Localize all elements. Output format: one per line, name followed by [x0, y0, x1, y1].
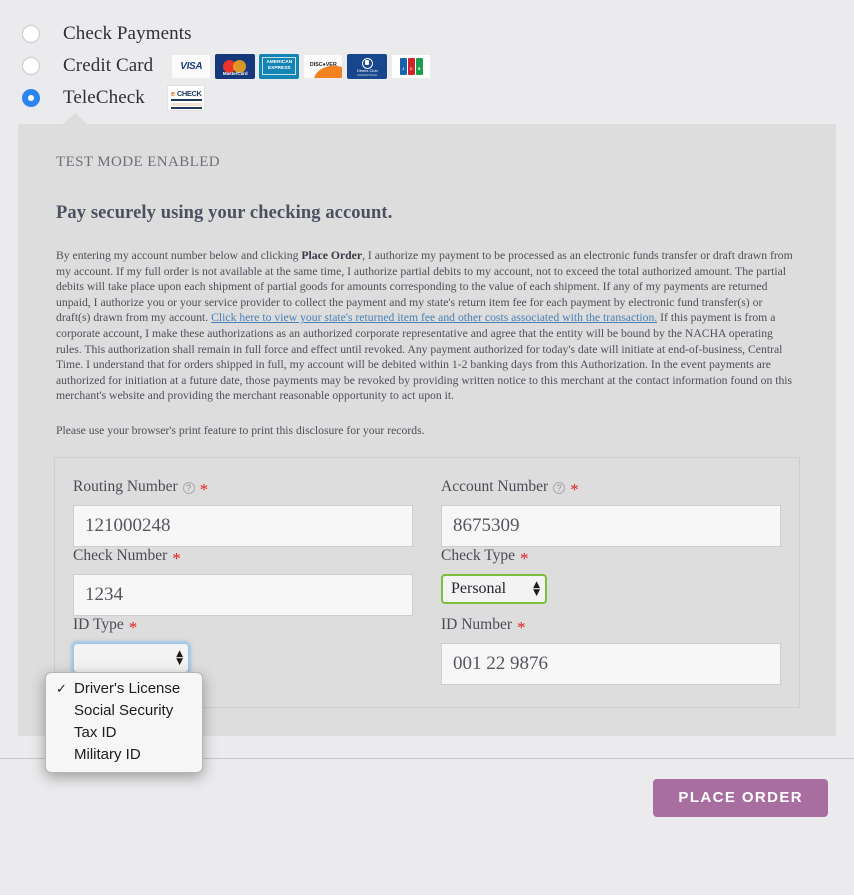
check-type-label-row: Check Type *: [441, 546, 781, 568]
id-type-option-drivers-license[interactable]: ✓ Driver's License: [46, 678, 202, 700]
mastercard-logo-text: MasterCard: [222, 70, 248, 76]
check-type-label: Check Type: [441, 546, 515, 564]
accepted-card-logos: VISA MasterCard AMERICAN EXPRESS DISC●VE…: [171, 53, 432, 79]
id-type-stepper-arrows-icon: ▲ ▼: [176, 649, 183, 667]
payment-method-credit-card[interactable]: Credit Card VISA MasterCard AMERICAN EXP…: [0, 50, 854, 82]
jcb-bar-blue: J: [399, 57, 407, 75]
diners-club-logo: Diners Club INTERNATIONAL: [347, 53, 388, 79]
arrow-down-icon: ▼: [176, 656, 183, 667]
echeck-line-3: [170, 107, 202, 109]
id-type-option-military-id[interactable]: Military ID: [46, 744, 202, 766]
routing-number-required-marker: *: [199, 479, 209, 499]
account-number-help-icon[interactable]: ?: [553, 481, 566, 494]
state-fee-disclosure-link[interactable]: Click here to view your state's returned…: [211, 311, 657, 324]
radio-credit-card[interactable]: [22, 57, 40, 75]
field-check-type: Check Type * Personal ▲ ▼: [441, 547, 781, 604]
arrow-down-icon: ▼: [533, 587, 540, 598]
diners-club-line2: INTERNATIONAL: [357, 73, 378, 77]
form-column-right-row3: ID Number * 001 22 9876: [427, 616, 781, 685]
disclosure-part3: If this payment is from a corporate acco…: [56, 311, 793, 403]
form-column-right-row1: Account Number ? * 8675309: [427, 478, 781, 547]
panel-heading: Pay securely using your checking account…: [56, 203, 393, 223]
field-account-number: Account Number ? * 8675309: [441, 478, 781, 547]
form-grid: Routing Number ? * 121000248 Account Num…: [73, 478, 781, 685]
echeck-logo-small: — —: [193, 94, 200, 98]
disclosure-place-order-emphasis: Place Order: [301, 249, 363, 262]
routing-number-help-icon[interactable]: ?: [182, 481, 195, 494]
id-type-required-marker: *: [128, 617, 138, 637]
test-mode-banner: TEST MODE ENABLED: [56, 154, 221, 170]
visa-logo-text: VISA: [180, 60, 203, 72]
id-type-label-row: ID Type *: [73, 615, 413, 637]
id-type-option-label: Driver's License: [74, 680, 181, 697]
jcb-bar-green: B: [415, 57, 423, 75]
checking-account-form: Routing Number ? * 121000248 Account Num…: [54, 456, 800, 708]
routing-number-label: Routing Number: [73, 477, 178, 495]
check-type-selected-value: Personal: [451, 579, 507, 597]
account-number-input[interactable]: 8675309: [441, 504, 781, 547]
form-column-right-row2: Check Type * Personal ▲ ▼: [427, 547, 781, 616]
id-type-option-label: Military ID: [74, 746, 141, 763]
place-order-button[interactable]: PLACE ORDER: [653, 778, 828, 817]
id-number-required-marker: *: [517, 617, 526, 637]
telecheck-panel-wrapper: TEST MODE ENABLED Pay securely using you…: [18, 113, 836, 736]
id-type-option-label: Tax ID: [74, 724, 117, 741]
disclosure-part1: By entering my account number below and …: [56, 249, 302, 262]
payment-method-label-credit-card: Credit Card: [63, 55, 154, 76]
form-column-left-row2: Check Number * 1234: [73, 547, 427, 616]
echeck-line-1: [170, 99, 202, 101]
telecheck-panel: TEST MODE ENABLED Pay securely using you…: [18, 124, 836, 736]
check-number-label-row: Check Number *: [73, 546, 413, 568]
jcb-bar-red: C: [407, 57, 415, 75]
account-number-label: Account Number: [441, 477, 549, 495]
id-type-option-social-security[interactable]: Social Security: [46, 700, 202, 722]
amex-line1: AMERICAN: [266, 60, 293, 65]
mastercard-logo: MasterCard: [215, 53, 256, 79]
payment-method-check-payments[interactable]: Check Payments: [0, 18, 854, 50]
selected-check-icon: ✓: [56, 681, 67, 696]
id-type-option-tax-id[interactable]: Tax ID: [46, 722, 202, 744]
echeck-logo: e CHECK — —: [166, 85, 205, 111]
jcb-logo: J C B: [391, 53, 432, 79]
disclosure-text: By entering my account number below and …: [56, 248, 798, 404]
panel-pointer-triangle: [62, 113, 88, 125]
echeck-logo-e: e: [170, 89, 176, 98]
id-type-dropdown-menu[interactable]: ✓ Driver's License Social Security Tax I…: [45, 672, 203, 773]
print-disclosure-note: Please use your browser's print feature …: [56, 423, 425, 437]
payment-method-list: Check Payments Credit Card VISA MasterCa…: [0, 0, 854, 114]
check-type-stepper-arrows-icon: ▲ ▼: [533, 580, 540, 598]
check-type-required-marker: *: [519, 548, 529, 568]
amex-line2: EXPRESS: [267, 66, 291, 71]
diners-club-line1: Diners Club: [356, 67, 378, 73]
id-type-option-label: Social Security: [74, 702, 174, 719]
id-number-label-row: ID Number *: [441, 615, 781, 637]
routing-number-input[interactable]: 121000248: [73, 504, 413, 547]
field-check-number: Check Number * 1234: [73, 547, 413, 616]
routing-number-label-row: Routing Number ? *: [73, 477, 413, 499]
field-id-type: ID Type * ▲ ▼: [73, 616, 413, 673]
field-routing-number: Routing Number ? * 121000248: [73, 478, 413, 547]
amex-logo-text: AMERICAN EXPRESS: [262, 57, 297, 75]
account-number-required-marker: *: [570, 479, 579, 499]
payment-method-telecheck[interactable]: TeleCheck e CHECK — —: [0, 82, 854, 114]
check-number-label: Check Number: [73, 546, 168, 564]
id-type-select[interactable]: ▲ ▼: [73, 642, 189, 673]
check-number-input[interactable]: 1234: [73, 573, 413, 616]
id-type-label: ID Type: [73, 615, 124, 633]
id-number-input[interactable]: 001 22 9876: [441, 642, 781, 685]
field-id-number: ID Number * 001 22 9876: [441, 616, 781, 685]
radio-telecheck[interactable]: [22, 89, 40, 107]
american-express-logo: AMERICAN EXPRESS: [259, 53, 300, 79]
payment-method-label-check-payments: Check Payments: [63, 23, 192, 44]
payment-method-label-telecheck: TeleCheck: [63, 87, 145, 108]
echeck-line-2: [170, 103, 202, 106]
visa-logo: VISA: [171, 53, 212, 79]
radio-check-payments[interactable]: [22, 25, 40, 43]
check-number-required-marker: *: [172, 548, 181, 568]
form-column-left-row1: Routing Number ? * 121000248: [73, 478, 427, 547]
check-type-select[interactable]: Personal ▲ ▼: [441, 573, 547, 604]
discover-logo: DISC●VER: [303, 53, 344, 79]
account-number-label-row: Account Number ? *: [441, 477, 781, 499]
id-number-label: ID Number: [441, 615, 513, 633]
